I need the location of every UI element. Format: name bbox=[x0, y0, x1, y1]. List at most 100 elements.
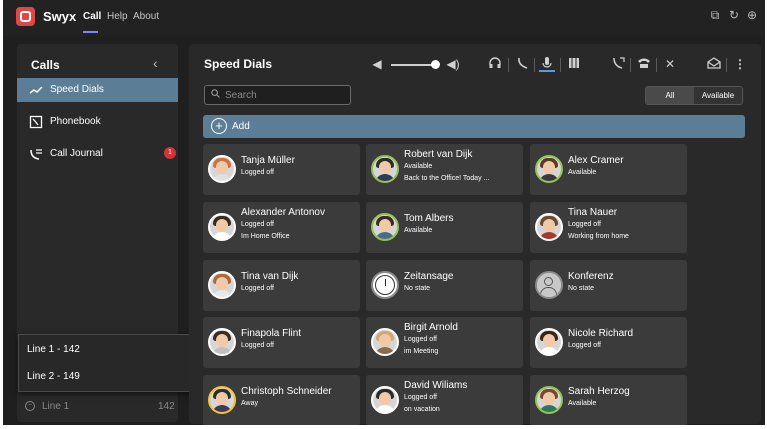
contact-name: Birgit Arnold bbox=[404, 322, 458, 333]
toolbar-divider bbox=[560, 58, 561, 72]
speed-dial-card[interactable]: David Wiliams Logged off on vacation bbox=[366, 375, 523, 425]
contact-name: David Wiliams bbox=[404, 380, 468, 391]
volume-slider[interactable] bbox=[391, 64, 433, 66]
popout-icon[interactable]: ⧉ bbox=[708, 8, 722, 22]
speed-dial-card[interactable]: Alexander Antonov Logged off Im Home Offic… bbox=[203, 202, 360, 253]
filter-available[interactable]: Available bbox=[694, 87, 742, 104]
voicemail-icon[interactable] bbox=[706, 56, 722, 72]
speed-dial-card[interactable]: Tom Albers Available bbox=[366, 202, 523, 253]
more-icon[interactable]: ⋮ bbox=[732, 56, 748, 72]
nav-call[interactable]: Call bbox=[83, 11, 101, 22]
avatar bbox=[535, 213, 563, 241]
toolbar-divider bbox=[508, 58, 509, 72]
line-status-icon: − bbox=[25, 401, 35, 411]
speed-dial-card[interactable]: Birgit Arnold Logged off im Meeting bbox=[366, 317, 523, 368]
contact-name: Tom Albers bbox=[404, 213, 454, 224]
nav-help[interactable]: Help bbox=[107, 11, 128, 22]
chevron-left-icon[interactable]: ‹ bbox=[153, 55, 158, 71]
contact-name: Konferenz bbox=[568, 271, 614, 282]
sidebar-item-label: Call Journal bbox=[50, 148, 103, 159]
contact-status: Available bbox=[568, 169, 597, 176]
contact-name: Finapola Flint bbox=[241, 328, 302, 339]
sidebar-item-phonebook[interactable]: Phonebook bbox=[17, 110, 178, 134]
headset-icon[interactable] bbox=[487, 56, 503, 72]
speed-dial-card[interactable]: Sarah Herzog Available bbox=[530, 375, 687, 425]
volume-down-icon[interactable]: ◀ bbox=[369, 56, 385, 72]
contact-note: Im Home Office bbox=[241, 233, 290, 240]
person-icon bbox=[537, 273, 561, 297]
call-forward-icon[interactable] bbox=[611, 56, 627, 72]
sidebar-item-speed-dials[interactable]: Speed Dials bbox=[17, 78, 178, 102]
speed-dial-card[interactable]: Tanja Müller Logged off bbox=[203, 144, 360, 195]
nav-about[interactable]: About bbox=[133, 11, 159, 22]
handset-icon[interactable] bbox=[515, 56, 531, 72]
contact-note: im Meeting bbox=[404, 348, 439, 355]
add-speed-dial-button[interactable]: + Add bbox=[203, 115, 745, 138]
speed-dial-icon bbox=[29, 83, 43, 97]
contact-note: Back to the Office! Today ... bbox=[404, 175, 490, 182]
toolbar-divider bbox=[726, 58, 727, 72]
speed-dial-card[interactable]: Finapola Flint Logged off bbox=[203, 317, 360, 368]
unread-badge: 1 bbox=[164, 147, 176, 159]
microphone-icon[interactable] bbox=[539, 56, 555, 72]
avatar bbox=[371, 271, 399, 299]
contact-name: Tanja Müller bbox=[241, 155, 295, 166]
current-line[interactable]: − Line 1 142 bbox=[17, 397, 178, 417]
speed-dial-card[interactable]: Robert van Dijk Available Back to the Offi… bbox=[366, 144, 523, 195]
contact-status: No state bbox=[404, 285, 431, 292]
avatar bbox=[208, 328, 236, 356]
plus-circle-icon: + bbox=[211, 118, 227, 134]
avatar bbox=[371, 328, 399, 356]
add-label: Add bbox=[232, 121, 250, 132]
avatar bbox=[208, 386, 236, 414]
sidebar-item-label: Phonebook bbox=[50, 116, 101, 127]
availability-filter: All Available bbox=[645, 86, 743, 105]
avatar bbox=[208, 271, 236, 299]
avatar bbox=[535, 328, 563, 356]
speed-dial-card[interactable]: Konferenz No state bbox=[530, 260, 687, 311]
contact-note: on vacation bbox=[404, 406, 440, 413]
conference-icon[interactable] bbox=[566, 56, 582, 72]
contact-name: Alex Cramer bbox=[568, 155, 624, 166]
phone-icon[interactable] bbox=[636, 56, 652, 72]
contact-name: Christoph Schneider bbox=[241, 386, 332, 397]
contact-status: Logged off bbox=[241, 169, 274, 176]
search-input[interactable] bbox=[225, 88, 345, 102]
speed-dial-card[interactable]: Zeitansage No state bbox=[366, 260, 523, 311]
page-title: Speed Dials bbox=[204, 57, 273, 71]
search-icon bbox=[211, 89, 220, 100]
speed-dial-card[interactable]: Nicole Richard Logged off bbox=[530, 317, 687, 368]
contact-status: Logged off bbox=[568, 221, 601, 228]
volume-slider-handle[interactable] bbox=[431, 60, 440, 69]
avatar bbox=[371, 386, 399, 414]
swyx-logo-icon bbox=[16, 7, 35, 26]
contact-name: Tina Nauer bbox=[568, 207, 618, 218]
speed-dial-card[interactable]: Tina van Dijk Logged off bbox=[203, 260, 360, 311]
speed-dial-card[interactable]: Christoph Schneider Away bbox=[203, 375, 360, 425]
contact-note: Working from home bbox=[568, 233, 629, 240]
filter-all[interactable]: All bbox=[646, 87, 694, 104]
current-line-label: Line 1 bbox=[42, 401, 70, 412]
nav-active-indicator bbox=[83, 31, 98, 33]
search-field[interactable] bbox=[204, 85, 351, 105]
speed-dial-card[interactable]: Tina Nauer Logged off Working from home bbox=[530, 202, 687, 253]
avatar bbox=[371, 155, 399, 183]
dnd-icon[interactable]: ✕ bbox=[662, 56, 678, 72]
top-bar: Swyx Call Help About ⧉ ↻ ⊕ bbox=[3, 0, 765, 36]
app-window: Swyx Call Help About ⧉ ↻ ⊕ Calls ‹ Speed… bbox=[3, 0, 765, 425]
speed-dial-card[interactable]: Alex Cramer Available bbox=[530, 144, 687, 195]
volume-up-icon[interactable]: ◀) bbox=[445, 56, 461, 72]
sidebar-item-label: Speed Dials bbox=[50, 84, 104, 95]
line-option[interactable]: Line 1 - 142 bbox=[27, 344, 80, 355]
sidebar-item-call-journal[interactable]: Call Journal 1 bbox=[17, 142, 178, 166]
contact-name: Sarah Herzog bbox=[568, 386, 630, 397]
phonebook-icon bbox=[29, 115, 43, 129]
contact-status: Available bbox=[404, 227, 433, 234]
refresh-icon[interactable]: ↻ bbox=[727, 8, 741, 22]
avatar bbox=[371, 213, 399, 241]
globe-icon[interactable]: ⊕ bbox=[745, 8, 759, 22]
toolbar-divider bbox=[534, 58, 535, 72]
toolbar-divider bbox=[630, 58, 631, 72]
avatar bbox=[208, 155, 236, 183]
line-option[interactable]: Line 2 - 149 bbox=[27, 371, 80, 382]
